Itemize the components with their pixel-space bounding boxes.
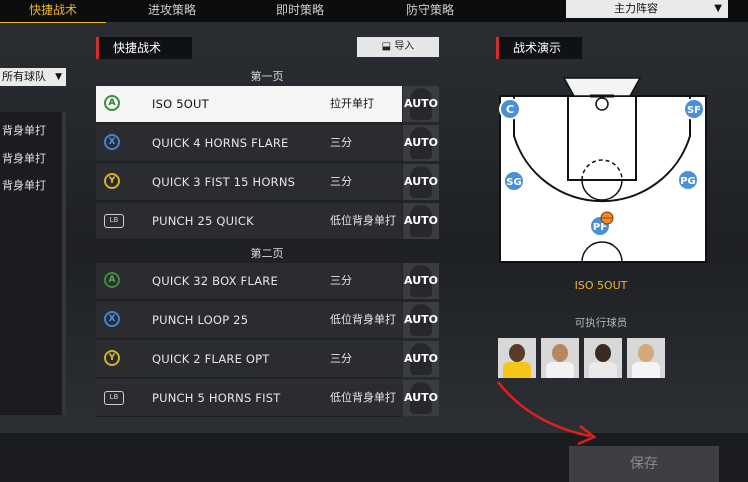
play-row[interactable]: A QUICK 32 BOX FLARE 三分 <box>96 263 402 300</box>
backboard-support <box>562 77 642 97</box>
page-label: 第二页 <box>250 247 284 260</box>
play-name: QUICK 4 HORNS FLARE <box>152 136 289 150</box>
player-list: 背身单打 背身单打 背身单打 <box>0 112 66 415</box>
auto-player-slot[interactable]: AUTO <box>403 203 439 239</box>
lb-button-icon: LB <box>104 214 124 228</box>
team-filter-dropdown[interactable]: 所有球队 ▼ <box>0 68 66 86</box>
page-label: 第一页 <box>250 70 284 83</box>
a-button-icon: A <box>104 95 120 111</box>
import-button[interactable]: ⬓ 导入 <box>357 37 439 57</box>
position-label-sf: SF <box>687 105 701 116</box>
play-type: 拉开单打 <box>330 97 374 110</box>
team-filter-value: 所有球队 <box>2 70 46 83</box>
selected-play-name: ISO 5OUT <box>574 279 628 292</box>
executor-label: 可执行球员 <box>574 317 628 329</box>
play-name: QUICK 3 FIST 15 HORNS <box>152 175 296 189</box>
auto-label: AUTO <box>404 175 438 188</box>
auto-player-slot[interactable]: AUTO <box>403 164 439 200</box>
tab-quick-plays[interactable]: 快捷战术 <box>0 0 106 24</box>
auto-player-slot[interactable]: AUTO <box>403 380 439 416</box>
auto-player-slot[interactable]: AUTO <box>403 86 439 122</box>
player-jersey <box>632 362 660 378</box>
play-name: QUICK 32 BOX FLARE <box>152 274 278 288</box>
left-list-scrollbar[interactable] <box>62 112 66 415</box>
play-row[interactable]: LB PUNCH 5 HORNS FIST 低位背身单打 <box>96 380 402 417</box>
position-label-pg: PG <box>680 176 696 187</box>
y-button-icon: Y <box>104 350 120 366</box>
lineup-dropdown-value: 主力阵容 <box>614 2 658 15</box>
avatar[interactable] <box>627 338 665 378</box>
auto-label: AUTO <box>404 313 438 326</box>
tab-instant-strategy[interactable]: 即时策略 <box>240 0 360 22</box>
plays-panel-title: 快捷战术 <box>96 37 192 59</box>
auto-label: AUTO <box>404 274 438 287</box>
play-name: QUICK 2 FLARE OPT <box>152 352 270 366</box>
play-type: 三分 <box>330 136 352 149</box>
annotation-arrow-icon <box>497 381 597 446</box>
play-row[interactable]: LB PUNCH 25 QUICK 低位背身单打 <box>96 203 402 240</box>
player-head <box>509 344 525 362</box>
play-row[interactable]: Y QUICK 3 FIST 15 HORNS 三分 <box>96 164 402 201</box>
play-type: 低位背身单打 <box>330 214 396 227</box>
play-row[interactable]: A ISO 5OUT 拉开单打 <box>96 86 402 123</box>
player-head <box>638 344 654 362</box>
play-type: 低位背身单打 <box>330 391 396 404</box>
list-item[interactable]: 背身单打 <box>2 122 46 138</box>
auto-player-slot[interactable]: AUTO <box>403 263 439 299</box>
play-type: 三分 <box>330 274 352 287</box>
tab-offense-strategy[interactable]: 进攻策略 <box>112 0 232 22</box>
chevron-down-icon: ▼ <box>55 72 62 82</box>
player-head <box>552 344 568 362</box>
play-name: ISO 5OUT <box>152 97 209 111</box>
list-item[interactable]: 背身单打 <box>2 177 46 193</box>
auto-label: AUTO <box>404 97 438 110</box>
play-row[interactable]: X PUNCH LOOP 25 低位背身单打 <box>96 302 402 339</box>
play-name: PUNCH 5 HORNS FIST <box>152 391 281 405</box>
player-head <box>595 344 611 362</box>
play-row[interactable]: X QUICK 4 HORNS FLARE 三分 <box>96 125 402 162</box>
auto-player-slot[interactable]: AUTO <box>403 125 439 161</box>
court-diagram: C SF SG PG PF <box>499 77 707 263</box>
play-type: 三分 <box>330 352 352 365</box>
auto-player-slot[interactable]: AUTO <box>403 302 439 338</box>
y-button-icon: Y <box>104 173 120 189</box>
demo-panel-title: 战术演示 <box>496 37 582 59</box>
auto-player-slot[interactable]: AUTO <box>403 341 439 377</box>
auto-label: AUTO <box>404 214 438 227</box>
position-label-sg: SG <box>506 177 521 188</box>
x-button-icon: X <box>104 134 120 150</box>
position-label-c: C <box>506 103 514 116</box>
play-type: 三分 <box>330 175 352 188</box>
auto-label: AUTO <box>404 352 438 365</box>
a-button-icon: A <box>104 272 120 288</box>
play-type: 低位背身单打 <box>330 313 396 326</box>
save-button[interactable]: 保存 <box>569 446 719 482</box>
chevron-down-icon: ▼ <box>714 3 722 14</box>
play-name: PUNCH LOOP 25 <box>152 313 249 327</box>
tab-defense-strategy[interactable]: 防守策略 <box>370 0 490 22</box>
list-item[interactable]: 背身单打 <box>2 150 46 166</box>
x-button-icon: X <box>104 311 120 327</box>
arrow-stroke <box>497 381 591 438</box>
lineup-dropdown[interactable]: 主力阵容 ▼ <box>566 0 728 18</box>
lb-button-icon: LB <box>104 391 124 405</box>
top-tab-bar: 快捷战术 进攻策略 即时策略 防守策略 主力阵容 ▼ <box>0 0 748 24</box>
auto-label: AUTO <box>404 391 438 404</box>
import-icon: ⬓ <box>381 41 392 52</box>
play-row[interactable]: Y QUICK 2 FLARE OPT 三分 <box>96 341 402 378</box>
auto-label: AUTO <box>404 136 438 149</box>
import-label: 导入 <box>394 41 415 52</box>
play-name: PUNCH 25 QUICK <box>152 214 254 228</box>
